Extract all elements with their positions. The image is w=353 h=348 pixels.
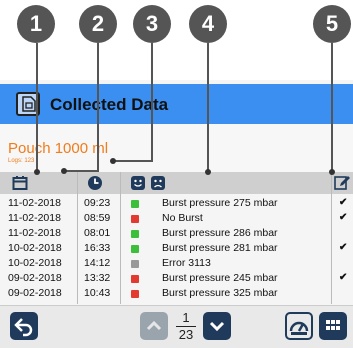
edit-icon: [334, 175, 350, 196]
date-cell: 10-02-2018: [8, 257, 62, 269]
date-cell: 09-02-2018: [8, 272, 62, 284]
table-row[interactable]: 09-02-2018 10:43 Burst pressure 325 mbar: [0, 286, 353, 301]
callout-leader: [331, 43, 333, 174]
callout-leader: [113, 160, 153, 162]
page-current: 1: [182, 310, 190, 325]
date-cell: 09-02-2018: [8, 287, 62, 299]
callout-leader-dot: [110, 158, 116, 164]
date-cell: 11-02-2018: [8, 227, 61, 239]
table-row[interactable]: 11-02-2018 08:59 No Burst ✔: [0, 211, 353, 226]
time-cell: 16:33: [84, 242, 111, 254]
callout-leader: [97, 43, 99, 171]
callout-leader-dot: [61, 168, 67, 174]
smiley-happy-icon: [130, 175, 146, 196]
gauge-button[interactable]: [285, 312, 313, 340]
callout-3: 3: [133, 5, 171, 43]
event-cell: Burst pressure 275 mbar: [162, 197, 278, 209]
time-cell: 13:32: [84, 272, 111, 284]
page-down-button[interactable]: [203, 312, 231, 340]
logs-count: Logs: 123: [8, 158, 35, 164]
clock-icon: [87, 175, 103, 196]
callout-leader: [64, 170, 99, 172]
status-indicator: [131, 275, 139, 283]
callout-leader-dot: [205, 169, 211, 175]
status-indicator: [131, 260, 139, 268]
status-indicator: [131, 230, 139, 238]
table-row[interactable]: 10-02-2018 16:33 Burst pressure 281 mbar…: [0, 241, 353, 256]
status-indicator: [131, 215, 139, 223]
event-cell: Burst pressure 325 mbar: [162, 287, 278, 299]
check-icon: ✔: [339, 272, 348, 283]
date-cell: 11-02-2018: [8, 212, 61, 224]
callout-2: 2: [79, 5, 117, 43]
table-row[interactable]: 09-02-2018 13:32 Burst pressure 245 mbar…: [0, 271, 353, 286]
event-cell: Error 3113: [162, 257, 211, 269]
table-row[interactable]: 11-02-2018 08:01 Burst pressure 286 mbar: [0, 226, 353, 241]
event-cell: No Burst: [162, 212, 203, 224]
table-header: [0, 172, 353, 194]
date-cell: 11-02-2018: [8, 197, 61, 209]
time-cell: 10:43: [84, 287, 111, 299]
event-cell: Burst pressure 245 mbar: [162, 272, 278, 284]
back-button[interactable]: [10, 312, 38, 340]
callout-1: 1: [17, 5, 55, 43]
status-indicator: [131, 245, 139, 253]
smiley-sad-icon: [150, 175, 166, 196]
table-row[interactable]: 11-02-2018 09:23 Burst pressure 275 mbar…: [0, 196, 353, 211]
event-cell: Burst pressure 281 mbar: [162, 242, 278, 254]
product-name: Pouch 1000 ml: [8, 140, 109, 157]
event-cell: Burst pressure 286 mbar: [162, 227, 278, 239]
page-up-button[interactable]: [140, 312, 168, 340]
status-indicator: [131, 290, 139, 298]
screen: 1 2 3 4 5 Collected Data Pouch 1000 ml L…: [0, 0, 353, 348]
callout-leader-dot: [34, 169, 40, 175]
time-cell: 09:23: [84, 197, 111, 209]
callout-leader: [36, 43, 38, 174]
time-cell: 08:01: [84, 227, 111, 239]
callout-leader: [207, 43, 209, 174]
callout-4: 4: [189, 5, 227, 43]
callout-leader: [151, 43, 153, 162]
grid-menu-button[interactable]: [319, 312, 347, 340]
time-cell: 14:12: [84, 257, 111, 269]
log-table: 11-02-2018 09:23 Burst pressure 275 mbar…: [0, 196, 353, 301]
status-indicator: [131, 200, 139, 208]
date-cell: 10-02-2018: [8, 242, 62, 254]
calendar-icon: [12, 175, 28, 196]
callout-5: 5: [313, 5, 351, 43]
callout-leader-dot: [329, 169, 335, 175]
check-icon: ✔: [339, 242, 348, 253]
time-cell: 08:59: [84, 212, 111, 224]
check-icon: ✔: [339, 212, 348, 223]
page-total: 23: [176, 326, 196, 342]
check-icon: ✔: [339, 197, 348, 208]
table-row[interactable]: 10-02-2018 14:12 Error 3113: [0, 256, 353, 271]
